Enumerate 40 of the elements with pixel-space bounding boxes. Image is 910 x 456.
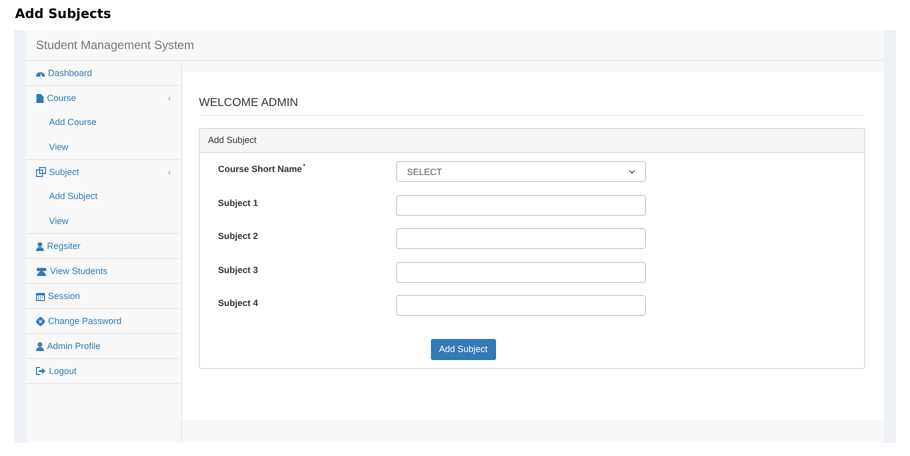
sidebar-item[interactable]: Logout xyxy=(49,366,77,376)
logout-icon xyxy=(36,367,46,375)
sidebar-item[interactable]: Subject xyxy=(49,167,80,177)
sidebar-item[interactable]: Regsiter xyxy=(47,241,81,251)
chevron-down-icon xyxy=(629,170,635,174)
sidebar-subitem[interactable]: Add Course xyxy=(26,110,181,134)
users-icon xyxy=(36,266,47,276)
input-field[interactable] xyxy=(396,194,646,216)
sidebar-item[interactable]: Change Password xyxy=(48,316,122,326)
file-icon xyxy=(36,94,44,102)
sidebar-subitem[interactable]: View xyxy=(26,208,181,233)
settings-icon xyxy=(36,316,45,326)
caret-icon[interactable]: ‹ xyxy=(168,167,171,177)
sidebar-item[interactable]: Admin Profile xyxy=(47,341,101,351)
select-field[interactable]: SELECT xyxy=(396,161,646,182)
panel-title: Add Subject xyxy=(200,129,864,153)
sidebar-item[interactable]: Course xyxy=(47,93,76,103)
sidebar-item[interactable]: Session xyxy=(48,291,80,301)
sidebar-subitem[interactable]: Add Subject xyxy=(26,184,181,208)
calendar-icon xyxy=(36,292,45,300)
sidebar-subitem[interactable]: View xyxy=(26,134,181,159)
field-label: Subject 4 xyxy=(218,298,258,308)
add-subject-button[interactable]: Add Subject xyxy=(431,338,496,360)
page-title: Add Subjects xyxy=(14,6,112,24)
field-label: Subject 3 xyxy=(218,264,258,274)
field-label: Subject 1 xyxy=(218,198,258,208)
dashboard-icon xyxy=(36,69,45,77)
sidebar-item[interactable]: View Students xyxy=(50,266,108,276)
copy-icon xyxy=(36,167,46,177)
input-field[interactable] xyxy=(396,228,646,249)
field-label: Course Short Name xyxy=(218,164,302,174)
brand-title[interactable]: Student Management System xyxy=(36,38,194,52)
sidebar-item[interactable]: Dashboard xyxy=(48,68,92,78)
welcome-heading: WELCOME ADMIN xyxy=(199,97,298,109)
input-field[interactable] xyxy=(396,295,646,316)
caret-icon[interactable]: ‹ xyxy=(168,93,171,103)
input-field[interactable] xyxy=(396,262,646,282)
user-icon xyxy=(36,342,44,350)
field-label: Subject 2 xyxy=(218,231,258,241)
user-icon xyxy=(36,242,44,250)
